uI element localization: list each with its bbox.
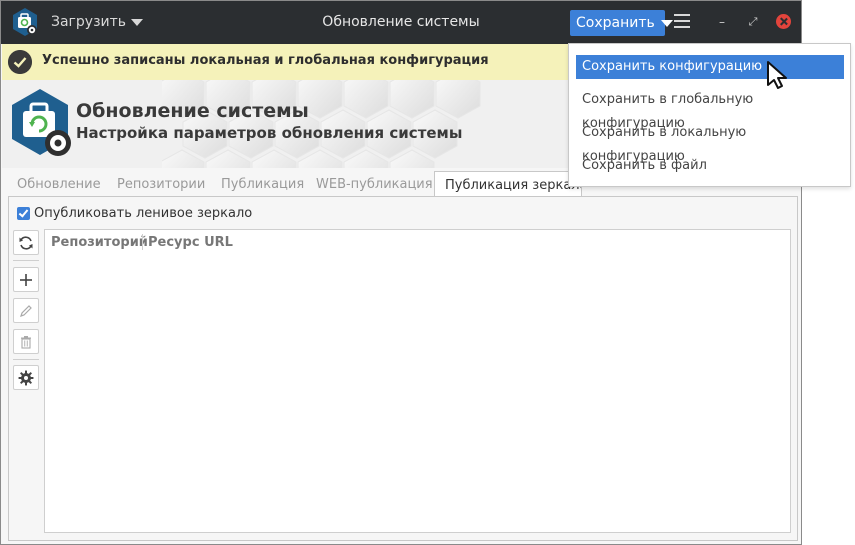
titlebar: Загрузить Обновление системы Сохранить –… (1, 1, 801, 44)
hamburger-menu-icon[interactable] (674, 14, 690, 30)
load-menu-label: Загрузить (51, 14, 127, 30)
notice-text: Успешно записаны локальная и глобальная … (42, 53, 489, 68)
menu-item-save-file[interactable]: Сохранить в файл (576, 154, 844, 178)
column-header-repository[interactable]: Репозиторий (51, 235, 148, 250)
tab-publication[interactable]: Публикация (221, 171, 304, 197)
edit-button[interactable] (13, 298, 39, 323)
column-header-url[interactable]: Ресурс URL (148, 235, 233, 250)
menu-item-save-local[interactable]: Сохранить в локальную конфигурацию (576, 121, 844, 164)
menu-item-save-global[interactable]: Сохранить в глобальную конфигурацию (576, 88, 844, 131)
app-update-icon (12, 89, 71, 156)
lazy-mirror-option[interactable]: Опубликовать ленивое зеркало (17, 206, 252, 221)
banner-subtitle: Настройка параметров обновления системы (76, 124, 463, 142)
lazy-mirror-checkbox[interactable] (17, 207, 30, 220)
trash-icon (21, 335, 31, 349)
check-circle-icon (8, 50, 32, 74)
pencil-icon (20, 304, 32, 317)
banner-title: Обновление системы (76, 100, 309, 122)
mouse-cursor-icon (767, 61, 787, 89)
refresh-button[interactable] (13, 230, 39, 255)
plus-icon (20, 273, 32, 286)
toolbar-separator (13, 260, 39, 261)
gear-icon (18, 370, 34, 385)
add-button[interactable] (13, 267, 39, 292)
save-dropdown-menu: Сохранить конфигурацию Сохранить в глоба… (568, 43, 851, 187)
delete-button[interactable] (13, 329, 39, 354)
save-menu-button[interactable]: Сохранить (570, 10, 673, 36)
save-menu-label: Сохранить (576, 15, 655, 31)
app-update-icon[interactable] (10, 7, 40, 37)
menu-item-save-config[interactable]: Сохранить конфигурацию (576, 55, 844, 79)
toolbar-separator (13, 359, 39, 360)
refresh-icon (19, 235, 33, 250)
close-icon[interactable] (776, 14, 791, 29)
tab-update[interactable]: Обновление (17, 171, 101, 197)
minimize-icon[interactable]: – (714, 14, 730, 30)
tab-mirror-publication[interactable]: Публикация зеркала (434, 171, 582, 197)
tab-web-publication[interactable]: WEB-публикация (316, 171, 433, 197)
lazy-mirror-label: Опубликовать ленивое зеркало (34, 206, 253, 221)
load-menu-button[interactable]: Загрузить (51, 11, 144, 33)
tab-repositories[interactable]: Репозитории (117, 171, 205, 197)
column-separator[interactable] (142, 234, 143, 250)
chevron-down-icon (660, 19, 673, 27)
mirror-publication-panel: Опубликовать ленивое зеркало Репозиторий… (8, 196, 798, 541)
mirror-table[interactable]: Репозиторий Ресурс URL (44, 229, 791, 533)
chevron-down-icon (131, 18, 144, 26)
maximize-icon[interactable]: ⤢ (745, 14, 761, 30)
settings-button[interactable] (13, 365, 39, 390)
